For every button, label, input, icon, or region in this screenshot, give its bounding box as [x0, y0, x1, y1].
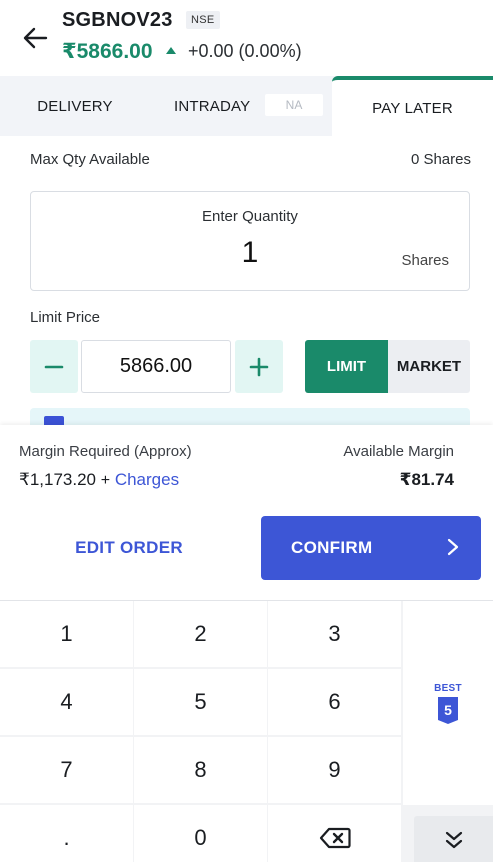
- margin-required-label: Margin Required (Approx): [19, 443, 192, 460]
- max-qty-value: 0 Shares: [410, 151, 471, 168]
- order-type-market[interactable]: MARKET: [388, 340, 470, 393]
- last-traded-price: ₹5866.00: [62, 40, 153, 63]
- chevron-right-icon: [447, 538, 459, 556]
- stock-symbol: SGBNOV23: [62, 9, 173, 31]
- arrow-left-icon[interactable]: [22, 26, 48, 50]
- product-tabs: DELIVERY INTRADAY NA PAY LATER: [0, 76, 493, 136]
- quantity-label: Enter Quantity: [202, 208, 298, 225]
- best-five-badge-icon: 5: [438, 696, 458, 724]
- confirm-button[interactable]: CONFIRM: [261, 516, 481, 580]
- up-triangle-icon: [166, 47, 176, 54]
- backspace-key[interactable]: [268, 805, 401, 862]
- margin-sheet: Margin Required (Approx) ₹1,173.20 + Cha…: [0, 425, 493, 600]
- available-margin-label: Available Margin: [343, 443, 454, 460]
- key-6[interactable]: 6: [268, 669, 401, 735]
- quantity-field[interactable]: Enter Quantity 1 Shares: [30, 191, 470, 291]
- price-decrease-button[interactable]: [30, 340, 78, 393]
- tab-delivery[interactable]: DELIVERY: [0, 76, 150, 136]
- key-7[interactable]: 7: [0, 737, 133, 803]
- backspace-icon: [319, 827, 351, 849]
- key-5[interactable]: 5: [134, 669, 267, 735]
- minus-icon: [44, 365, 64, 368]
- key-decimal[interactable]: .: [0, 805, 133, 862]
- intraday-na-badge: NA: [265, 94, 323, 116]
- price-change: +0.00 (0.00%): [188, 41, 302, 61]
- confirm-label: CONFIRM: [291, 538, 373, 557]
- numeric-keypad: 1 2 3 4 5 6 7 8 9 . 0 BEST 5: [0, 600, 493, 862]
- key-0[interactable]: 0: [134, 805, 267, 862]
- price-increase-button[interactable]: [235, 340, 283, 393]
- collapse-keypad-button[interactable]: [414, 816, 493, 862]
- limit-price-label: Limit Price: [30, 309, 101, 326]
- order-type-limit[interactable]: LIMIT: [305, 340, 388, 393]
- edit-order-button[interactable]: EDIT ORDER: [38, 516, 220, 580]
- exchange-badge: NSE: [186, 11, 220, 29]
- quantity-unit: Shares: [401, 252, 449, 269]
- available-margin-value: ₹81.74: [399, 470, 454, 489]
- margin-required-value: ₹1,173.20: [19, 470, 96, 489]
- key-3[interactable]: 3: [268, 601, 401, 667]
- key-8[interactable]: 8: [134, 737, 267, 803]
- key-9[interactable]: 9: [268, 737, 401, 803]
- charges-link[interactable]: Charges: [115, 470, 179, 489]
- limit-price-input[interactable]: [81, 340, 231, 393]
- plus-icon: [249, 357, 269, 376]
- max-qty-label: Max Qty Available: [30, 151, 150, 168]
- tab-pay-later[interactable]: PAY LATER: [332, 76, 493, 136]
- key-2[interactable]: 2: [134, 601, 267, 667]
- best-count: 5: [444, 702, 452, 718]
- best-label: BEST: [434, 682, 462, 694]
- best-five-button[interactable]: BEST 5: [403, 601, 493, 805]
- key-1[interactable]: 1: [0, 601, 133, 667]
- order-header: SGBNOV23 NSE ₹5866.00 +0.00 (0.00%): [0, 0, 493, 76]
- margin-required-value-row: ₹1,173.20 + Charges: [19, 470, 179, 490]
- info-banner: [30, 408, 470, 426]
- double-chevron-down-icon: [445, 831, 462, 848]
- tab-intraday-label: INTRADAY: [174, 97, 251, 115]
- key-4[interactable]: 4: [0, 669, 133, 735]
- plus-separator: +: [100, 472, 111, 489]
